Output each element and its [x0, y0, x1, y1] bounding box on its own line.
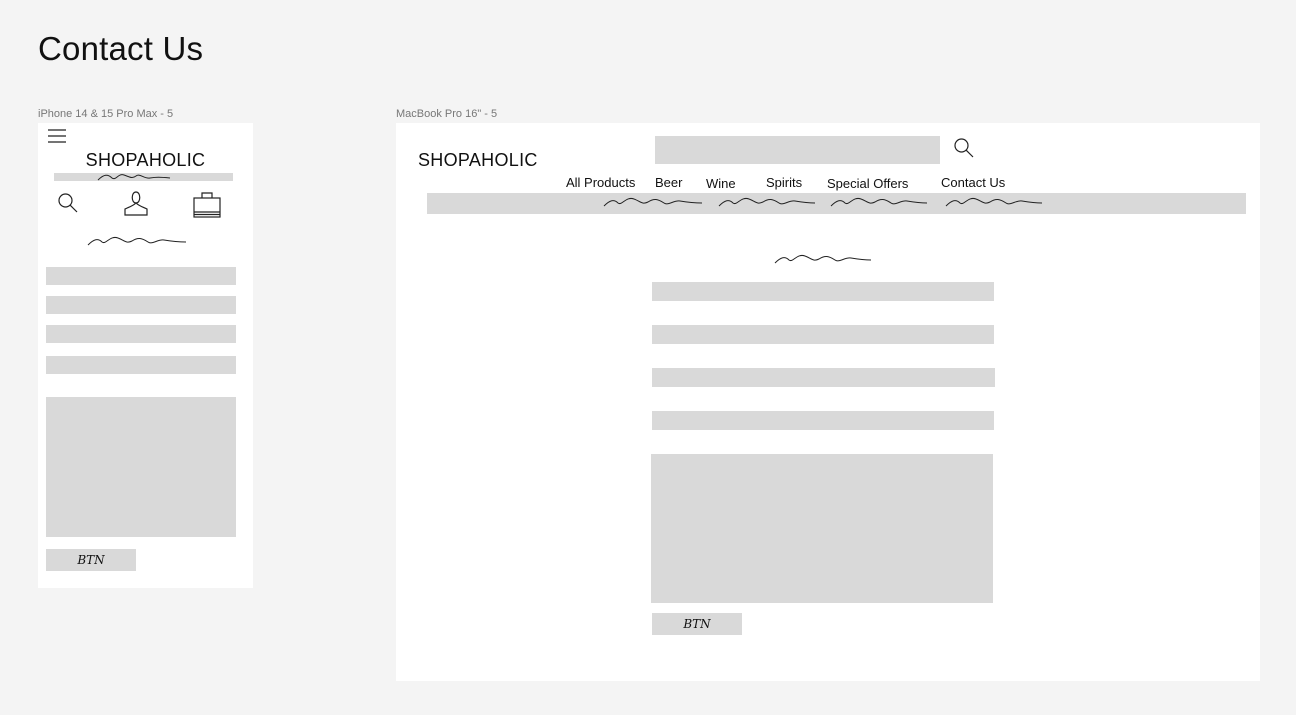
page-title: Contact Us — [38, 30, 204, 67]
submit-button[interactable]: BTN — [46, 549, 136, 571]
mobile-frame-label: iPhone 14 & 15 Pro Max - 5 — [38, 108, 174, 120]
subnav-squiggle-2 — [718, 196, 816, 208]
name-field[interactable] — [652, 282, 994, 301]
nav-special-offers[interactable]: Special Offers — [827, 176, 908, 191]
desktop-search-input[interactable] — [655, 136, 940, 164]
nav-contact-us[interactable]: Contact Us — [941, 175, 1005, 190]
submit-button[interactable]: BTN — [652, 613, 742, 635]
mobile-search-squiggle — [97, 172, 171, 182]
nav-wine[interactable]: Wine — [706, 176, 736, 191]
nav-beer[interactable]: Beer — [655, 175, 682, 190]
email-field[interactable] — [652, 325, 994, 344]
message-textarea[interactable] — [46, 397, 236, 537]
desktop-frame: SHOPAHOLIC All Products Beer Wine Spirit… — [396, 123, 1260, 681]
name-field[interactable] — [46, 267, 236, 285]
subnav-squiggle-4 — [945, 196, 1043, 208]
search-icon[interactable] — [954, 138, 974, 158]
mobile-frame: SHOPAHOLIC BTN — [38, 123, 253, 588]
desktop-frame-label: MacBook Pro 16" - 5 — [396, 108, 498, 120]
hamburger-menu-icon[interactable] — [48, 129, 66, 143]
subnav-squiggle-1 — [603, 196, 703, 208]
search-icon[interactable] — [58, 193, 78, 213]
subject-field[interactable] — [652, 411, 994, 430]
phone-field[interactable] — [46, 325, 236, 343]
desktop-logo[interactable]: SHOPAHOLIC — [418, 150, 538, 171]
mobile-heading-squiggle — [87, 235, 187, 247]
subject-field[interactable] — [46, 356, 236, 374]
nav-all-products[interactable]: All Products — [566, 175, 635, 190]
mobile-logo[interactable]: SHOPAHOLIC — [38, 150, 253, 171]
nav-spirits[interactable]: Spirits — [766, 175, 802, 190]
phone-field[interactable] — [652, 368, 995, 387]
desktop-heading-squiggle — [774, 253, 872, 265]
message-textarea[interactable] — [651, 454, 993, 603]
shopping-bag-icon[interactable] — [193, 191, 221, 218]
user-icon[interactable] — [123, 190, 149, 216]
subnav-squiggle-3 — [830, 196, 928, 208]
email-field[interactable] — [46, 296, 236, 314]
